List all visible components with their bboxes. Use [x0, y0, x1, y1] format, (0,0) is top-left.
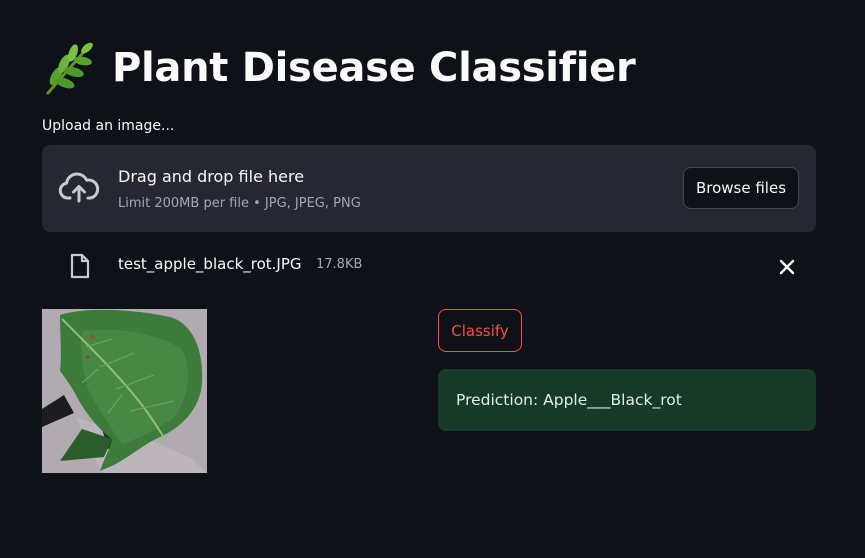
- classify-button[interactable]: Classify: [438, 309, 522, 352]
- upload-label: Upload an image...: [42, 118, 175, 134]
- file-dropzone[interactable]: Drag and drop file here Limit 200MB per …: [42, 145, 816, 232]
- cloud-upload-icon: [58, 172, 100, 203]
- page-title: Plant Disease Classifier: [112, 45, 636, 91]
- page-header: Plant Disease Classifier: [42, 38, 636, 98]
- herb-icon: [46, 42, 93, 95]
- prediction-alert: Prediction: Apple___Black_rot: [438, 369, 816, 431]
- dropzone-limit-text: Limit 200MB per file • JPG, JPEG, PNG: [118, 196, 361, 211]
- prediction-text: Prediction: Apple___Black_rot: [456, 391, 682, 409]
- file-icon: [70, 253, 90, 279]
- file-name: test_apple_black_rot.JPG: [118, 255, 302, 273]
- uploaded-leaf-image: [42, 309, 207, 473]
- browse-files-button[interactable]: Browse files: [683, 167, 799, 209]
- close-icon[interactable]: [776, 256, 798, 278]
- dropzone-instructions: Drag and drop file here: [118, 167, 305, 186]
- file-size: 17.8KB: [316, 257, 363, 272]
- uploaded-file-row: test_apple_black_rot.JPG 17.8KB: [42, 248, 816, 284]
